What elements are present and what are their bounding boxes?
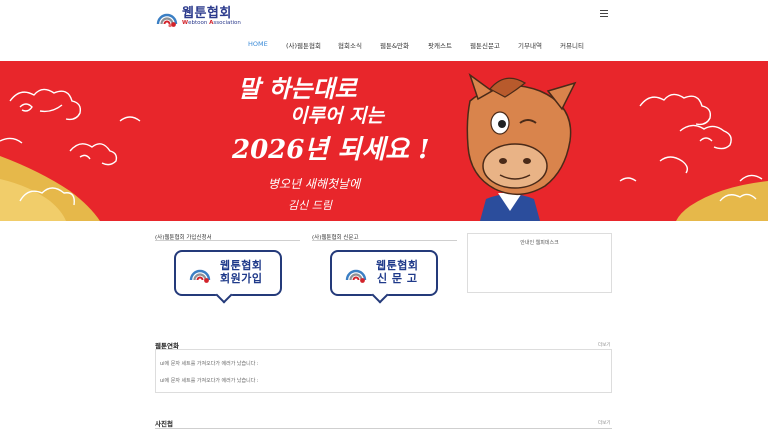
list-item[interactable]: ui에 문자 세트를 가져오다가 에러가 났습니다 : [160,377,259,384]
nav-item-community[interactable]: 커뮤니티 [560,40,584,50]
report-button-line-2: 신 문 고 [376,272,418,285]
join-divider [155,240,300,241]
nav-item-donations[interactable]: 기부내역 [518,40,542,50]
logo-rainbow-icon [156,13,178,28]
help-desk-box: 안내인 웹피데스크 [467,233,612,293]
gallery-title: 사진첩 [155,420,173,428]
logo-subtitle: Webtoon Association [182,20,241,27]
webtoon-talk-more-link[interactable]: 더보기 [598,342,610,348]
site-logo[interactable]: 웹툰협회 Webtoon Association [155,3,255,31]
nav-item-report[interactable]: 웹툰신문고 [470,40,500,50]
member-join-button[interactable]: 웹툰협회 회원가입 [174,250,282,296]
list-item[interactable]: ui에 문자 세트를 가져오다가 에러가 났습니다 : [160,360,259,367]
report-divider [312,240,457,241]
menu-toggle-button[interactable] [600,10,608,17]
gallery-divider [155,428,612,429]
nav-item-webtoon-manhwa[interactable]: 웹툰&만화 [380,40,409,50]
banner-line-1: 말 하는대로 [238,74,357,103]
banner-greeting-2: 김신 드림 [288,199,332,212]
join-button-line-2: 회원가입 [220,272,263,285]
nav-item-news[interactable]: 협회소식 [338,40,362,50]
logo-rainbow-icon [345,269,367,283]
help-desk-title: 안내인 웹피데스크 [520,240,559,246]
banner-greeting-1: 병오년 새해첫날에 [268,177,361,191]
nav-item-podcast[interactable]: 팟캐스트 [428,40,452,50]
logo-title: 웹툰협회 [182,6,232,22]
nav-item-home[interactable]: HOME [248,40,268,48]
report-center-button[interactable]: 웹툰협회 신 문 고 [330,250,438,296]
nav-item-association[interactable]: (사)웹툰협회 [286,40,321,50]
gallery-more-link[interactable]: 더보기 [598,420,610,426]
banner-line-3: 2026년 되세요 ! [232,135,430,165]
banner-line-2: 이루어 지는 [290,105,385,127]
webtoon-talk-list: ui에 문자 세트를 가져오다가 에러가 났습니다 : ui에 문자 세트를 가… [155,349,612,393]
logo-rainbow-icon [189,269,211,283]
site-header: 웹툰협회 Webtoon Association HOME (사)웹툰협회 협회… [0,0,768,62]
new-year-banner[interactable]: 말 하는대로 이루어 지는 2026년 되세요 ! 병오년 새해첫날에 김신 드… [0,61,768,221]
hamburger-icon [600,10,608,12]
